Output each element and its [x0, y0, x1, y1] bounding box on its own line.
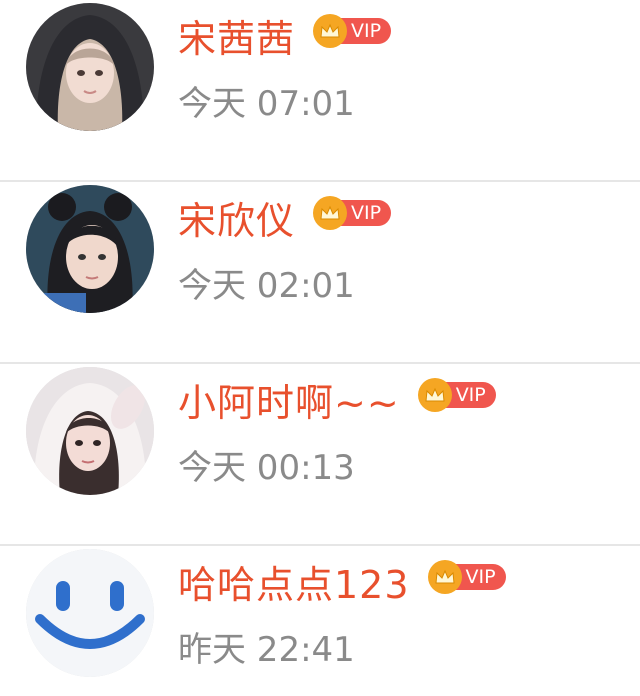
avatar-bunny-hood-girl-icon: [26, 367, 154, 495]
avatar-hooded-girl-icon: [26, 3, 154, 131]
vip-badge: VIP: [427, 560, 506, 594]
message-time: 今天 07:01: [178, 84, 355, 124]
avatar[interactable]: [26, 185, 154, 313]
vip-badge: VIP: [313, 196, 392, 230]
list-item[interactable]: 哈哈点点123 VIP 昨天 22:41: [0, 546, 640, 696]
avatar[interactable]: [26, 367, 154, 495]
list-item[interactable]: 宋茜茜 VIP 今天 07:01: [0, 0, 640, 182]
message-time: 今天 02:01: [178, 266, 355, 306]
crown-icon: [313, 14, 348, 48]
vip-badge: VIP: [417, 378, 496, 412]
contact-name[interactable]: 宋茜茜: [178, 15, 295, 63]
smiley-face-icon: [26, 549, 154, 677]
name-line: 宋茜茜 VIP: [178, 14, 392, 64]
name-line: 宋欣仪 VIP: [178, 196, 392, 246]
message-time: 昨天 22:41: [178, 630, 355, 670]
conversation-list: 宋茜茜 VIP 今天 07:01 宋欣仪 VIP 今天 02:01 小阿时啊~~…: [0, 0, 640, 696]
crown-icon: [417, 378, 452, 412]
contact-name[interactable]: 哈哈点点123: [178, 561, 410, 609]
crown-icon: [427, 560, 462, 594]
name-line: 哈哈点点123 VIP: [178, 560, 506, 610]
message-time: 今天 00:13: [178, 448, 355, 488]
list-item[interactable]: 宋欣仪 VIP 今天 02:01: [0, 182, 640, 364]
contact-name[interactable]: 宋欣仪: [178, 197, 295, 245]
contact-name[interactable]: 小阿时啊~~: [178, 379, 400, 427]
vip-badge: VIP: [313, 14, 392, 48]
avatar-bun-hair-girl-icon: [26, 185, 154, 313]
crown-icon: [313, 196, 348, 230]
avatar[interactable]: [26, 3, 154, 131]
list-item[interactable]: 小阿时啊~~ VIP 今天 00:13: [0, 364, 640, 546]
name-line: 小阿时啊~~ VIP: [178, 378, 496, 428]
avatar[interactable]: [26, 549, 154, 677]
